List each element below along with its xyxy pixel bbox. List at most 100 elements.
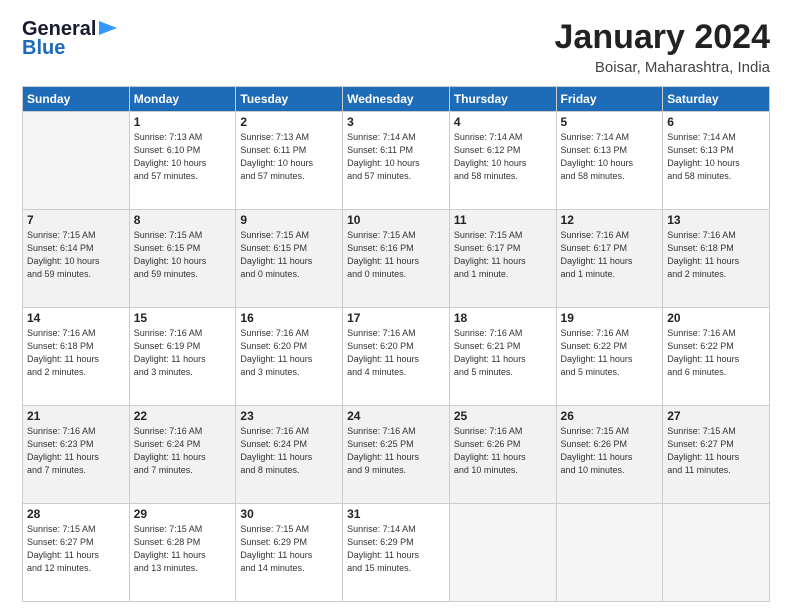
day-number: 19: [561, 311, 659, 325]
calendar-cell: 11 Sunrise: 7:15 AM Sunset: 6:17 PM Dayli…: [449, 210, 556, 308]
day-number: 21: [27, 409, 125, 423]
day-info: Sunrise: 7:15 AM Sunset: 6:29 PM Dayligh…: [240, 523, 338, 575]
calendar-cell: 10 Sunrise: 7:15 AM Sunset: 6:16 PM Dayli…: [343, 210, 450, 308]
weekday-header-row: SundayMondayTuesdayWednesdayThursdayFrid…: [23, 87, 770, 112]
calendar-cell: 3Sunrise: 7:14 AM Sunset: 6:11 PM Daylig…: [343, 112, 450, 210]
calendar-cell: 7Sunrise: 7:15 AM Sunset: 6:14 PM Daylig…: [23, 210, 130, 308]
day-number: 12: [561, 213, 659, 227]
calendar-cell: 17Sunrise: 7:16 AM Sunset: 6:20 PM Dayli…: [343, 308, 450, 406]
day-info: Sunrise: 7:15 AM Sunset: 6:16 PM Dayligh…: [347, 229, 445, 281]
day-info: Sunrise: 7:16 AM Sunset: 6:22 PM Dayligh…: [561, 327, 659, 379]
calendar-cell: 22 Sunrise: 7:16 AM Sunset: 6:24 PM Dayli…: [129, 406, 236, 504]
day-info: Sunrise: 7:15 AM Sunset: 6:15 PM Dayligh…: [240, 229, 338, 281]
calendar-cell: [663, 504, 770, 602]
weekday-header-monday: Monday: [129, 87, 236, 112]
week-row-2: 7Sunrise: 7:15 AM Sunset: 6:14 PM Daylig…: [23, 210, 770, 308]
day-number: 8: [134, 213, 232, 227]
week-row-3: 14Sunrise: 7:16 AM Sunset: 6:18 PM Dayli…: [23, 308, 770, 406]
day-info: Sunrise: 7:16 AM Sunset: 6:22 PM Dayligh…: [667, 327, 765, 379]
calendar-cell: 29 Sunrise: 7:15 AM Sunset: 6:28 PM Dayli…: [129, 504, 236, 602]
calendar-cell: 26 Sunrise: 7:15 AM Sunset: 6:26 PM Dayli…: [556, 406, 663, 504]
day-number: 29: [134, 507, 232, 521]
calendar-cell: 23 Sunrise: 7:16 AM Sunset: 6:24 PM Dayli…: [236, 406, 343, 504]
calendar-cell: [23, 112, 130, 210]
day-info: Sunrise: 7:15 AM Sunset: 6:17 PM Dayligh…: [454, 229, 552, 281]
day-number: 6: [667, 115, 765, 129]
day-number: 15: [134, 311, 232, 325]
day-info: Sunrise: 7:14 AM Sunset: 6:29 PM Dayligh…: [347, 523, 445, 575]
day-number: 23: [240, 409, 338, 423]
calendar-cell: 6 Sunrise: 7:14 AM Sunset: 6:13 PM Daylig…: [663, 112, 770, 210]
day-number: 4: [454, 115, 552, 129]
day-number: 14: [27, 311, 125, 325]
calendar-cell: 8 Sunrise: 7:15 AM Sunset: 6:15 PM Daylig…: [129, 210, 236, 308]
day-info: Sunrise: 7:16 AM Sunset: 6:26 PM Dayligh…: [454, 425, 552, 477]
calendar-cell: 16 Sunrise: 7:16 AM Sunset: 6:20 PM Dayli…: [236, 308, 343, 406]
day-info: Sunrise: 7:14 AM Sunset: 6:12 PM Dayligh…: [454, 131, 552, 183]
logo: General Blue: [22, 18, 117, 60]
day-info: Sunrise: 7:16 AM Sunset: 6:24 PM Dayligh…: [134, 425, 232, 477]
day-number: 10: [347, 213, 445, 227]
day-number: 22: [134, 409, 232, 423]
day-info: Sunrise: 7:13 AM Sunset: 6:11 PM Dayligh…: [240, 131, 338, 183]
calendar-cell: 24 Sunrise: 7:16 AM Sunset: 6:25 PM Dayli…: [343, 406, 450, 504]
calendar-cell: 31 Sunrise: 7:14 AM Sunset: 6:29 PM Dayli…: [343, 504, 450, 602]
day-info: Sunrise: 7:16 AM Sunset: 6:17 PM Dayligh…: [561, 229, 659, 281]
day-number: 3: [347, 115, 445, 129]
calendar-cell: 30Sunrise: 7:15 AM Sunset: 6:29 PM Dayli…: [236, 504, 343, 602]
calendar-cell: 5Sunrise: 7:14 AM Sunset: 6:13 PM Daylig…: [556, 112, 663, 210]
day-number: 26: [561, 409, 659, 423]
day-info: Sunrise: 7:16 AM Sunset: 6:20 PM Dayligh…: [240, 327, 338, 379]
day-info: Sunrise: 7:16 AM Sunset: 6:25 PM Dayligh…: [347, 425, 445, 477]
calendar-page: General Blue January 2024 Boisar, Mahara…: [0, 0, 792, 612]
day-number: 13: [667, 213, 765, 227]
day-info: Sunrise: 7:16 AM Sunset: 6:19 PM Dayligh…: [134, 327, 232, 379]
calendar-cell: 13 Sunrise: 7:16 AM Sunset: 6:18 PM Dayli…: [663, 210, 770, 308]
day-number: 5: [561, 115, 659, 129]
calendar-cell: 25 Sunrise: 7:16 AM Sunset: 6:26 PM Dayli…: [449, 406, 556, 504]
day-info: Sunrise: 7:16 AM Sunset: 6:24 PM Dayligh…: [240, 425, 338, 477]
weekday-header-friday: Friday: [556, 87, 663, 112]
day-info: Sunrise: 7:15 AM Sunset: 6:27 PM Dayligh…: [27, 523, 125, 575]
week-row-5: 28 Sunrise: 7:15 AM Sunset: 6:27 PM Dayli…: [23, 504, 770, 602]
day-number: 16: [240, 311, 338, 325]
calendar-cell: 28 Sunrise: 7:15 AM Sunset: 6:27 PM Dayli…: [23, 504, 130, 602]
day-info: Sunrise: 7:15 AM Sunset: 6:28 PM Dayligh…: [134, 523, 232, 575]
day-number: 11: [454, 213, 552, 227]
day-info: Sunrise: 7:13 AM Sunset: 6:10 PM Dayligh…: [134, 131, 232, 183]
day-info: Sunrise: 7:16 AM Sunset: 6:18 PM Dayligh…: [667, 229, 765, 281]
calendar-cell: 9 Sunrise: 7:15 AM Sunset: 6:15 PM Daylig…: [236, 210, 343, 308]
calendar-cell: 12 Sunrise: 7:16 AM Sunset: 6:17 PM Dayli…: [556, 210, 663, 308]
day-number: 31: [347, 507, 445, 521]
calendar-subtitle: Boisar, Maharashtra, India: [555, 59, 771, 76]
logo-arrow-icon: [99, 21, 117, 40]
day-info: Sunrise: 7:15 AM Sunset: 6:14 PM Dayligh…: [27, 229, 125, 281]
weekday-header-saturday: Saturday: [663, 87, 770, 112]
calendar-cell: 14Sunrise: 7:16 AM Sunset: 6:18 PM Dayli…: [23, 308, 130, 406]
day-number: 28: [27, 507, 125, 521]
day-number: 9: [240, 213, 338, 227]
weekday-header-tuesday: Tuesday: [236, 87, 343, 112]
weekday-header-sunday: Sunday: [23, 87, 130, 112]
day-number: 24: [347, 409, 445, 423]
calendar-cell: 18Sunrise: 7:16 AM Sunset: 6:21 PM Dayli…: [449, 308, 556, 406]
calendar-cell: 4 Sunrise: 7:14 AM Sunset: 6:12 PM Daylig…: [449, 112, 556, 210]
calendar-cell: 2 Sunrise: 7:13 AM Sunset: 6:11 PM Daylig…: [236, 112, 343, 210]
calendar-cell: 19 Sunrise: 7:16 AM Sunset: 6:22 PM Dayli…: [556, 308, 663, 406]
day-info: Sunrise: 7:16 AM Sunset: 6:21 PM Dayligh…: [454, 327, 552, 379]
header: General Blue January 2024 Boisar, Mahara…: [22, 18, 770, 76]
day-info: Sunrise: 7:15 AM Sunset: 6:15 PM Dayligh…: [134, 229, 232, 281]
calendar-cell: 15 Sunrise: 7:16 AM Sunset: 6:19 PM Dayli…: [129, 308, 236, 406]
day-number: 2: [240, 115, 338, 129]
calendar-title: January 2024: [555, 18, 771, 57]
week-row-1: 1Sunrise: 7:13 AM Sunset: 6:10 PM Daylig…: [23, 112, 770, 210]
day-info: Sunrise: 7:14 AM Sunset: 6:13 PM Dayligh…: [667, 131, 765, 183]
calendar-cell: [556, 504, 663, 602]
day-number: 27: [667, 409, 765, 423]
day-number: 25: [454, 409, 552, 423]
calendar-cell: 21Sunrise: 7:16 AM Sunset: 6:23 PM Dayli…: [23, 406, 130, 504]
weekday-header-wednesday: Wednesday: [343, 87, 450, 112]
day-info: Sunrise: 7:15 AM Sunset: 6:26 PM Dayligh…: [561, 425, 659, 477]
calendar-cell: 1Sunrise: 7:13 AM Sunset: 6:10 PM Daylig…: [129, 112, 236, 210]
calendar-table: SundayMondayTuesdayWednesdayThursdayFrid…: [22, 86, 770, 602]
